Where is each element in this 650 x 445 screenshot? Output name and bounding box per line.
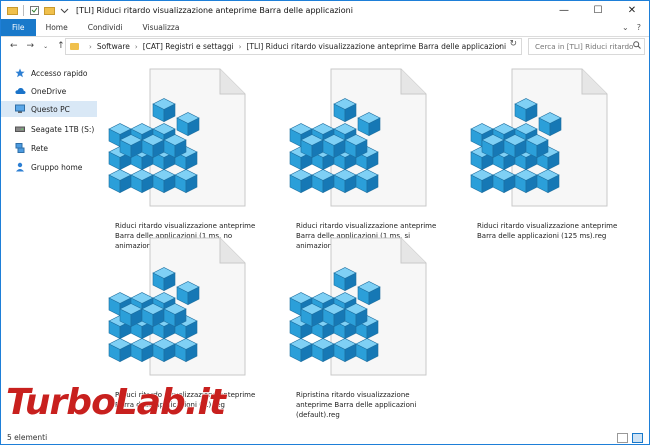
breadcrumb-separator-icon[interactable]: ›: [239, 43, 242, 51]
address-bar[interactable]: › Software › [CAT] Registri e settaggi ›…: [65, 38, 522, 55]
file-name: Riduci ritardo visualizzazione anteprime…: [477, 222, 618, 240]
recent-locations-icon[interactable]: ⌄: [43, 43, 48, 50]
file-item[interactable]: Riduci ritardo visualizzazione anteprime…: [286, 64, 446, 250]
help-icon[interactable]: ?: [637, 23, 641, 32]
expand-ribbon-icon[interactable]: ⌄: [622, 23, 629, 32]
maximize-button[interactable]: ☐: [581, 1, 615, 19]
drive-icon: [15, 124, 25, 134]
sidebar-item-label: Rete: [31, 143, 49, 153]
title-bar: [TLI] Riduci ritardo visualizzazione ant…: [1, 1, 649, 19]
navigation-buttons: ← → ⌄ ↑: [1, 41, 68, 51]
sidebar-item-onedrive[interactable]: OneDrive: [1, 83, 97, 99]
sidebar-item-seagate-drive[interactable]: Seagate 1TB (S:): [1, 121, 97, 137]
window-title: [TLI] Riduci ritardo visualizzazione ant…: [76, 5, 353, 15]
sidebar-item-this-pc[interactable]: Questo PC: [1, 101, 97, 117]
network-icon: [15, 143, 25, 153]
sidebar-item-label: Seagate 1TB (S:): [31, 124, 95, 134]
forward-arrow-icon[interactable]: →: [27, 41, 35, 51]
registry-file-icon: [470, 68, 608, 207]
cloud-icon: [15, 86, 26, 96]
tab-home[interactable]: Home: [36, 19, 78, 36]
breadcrumb-current-folder[interactable]: [TLI] Riduci ritardo visualizzazione ant…: [246, 42, 506, 51]
sidebar-item-homegroup[interactable]: Gruppo home: [1, 159, 97, 175]
breadcrumb: › Software › [CAT] Registri e settaggi ›…: [84, 42, 506, 51]
search-input[interactable]: [529, 42, 633, 51]
status-bar: 5 elementi: [1, 431, 649, 444]
item-count: 5 elementi: [7, 433, 48, 442]
tab-share[interactable]: Condividi: [78, 19, 133, 36]
details-view-icon[interactable]: [617, 433, 628, 443]
tab-file[interactable]: File: [1, 19, 36, 36]
file-item[interactable]: Ripristina ritardo visualizzazione antep…: [286, 233, 446, 419]
view-buttons: [617, 433, 643, 443]
window-controls: — ☐ ✕: [547, 1, 649, 19]
sidebar-item-quick-access[interactable]: Accesso rapido: [1, 65, 97, 81]
registry-file-icon: [289, 68, 427, 207]
address-history-icon[interactable]: ⌄: [497, 41, 503, 49]
new-folder-icon[interactable]: [44, 5, 55, 16]
sidebar-item-label: Questo PC: [31, 104, 70, 114]
breadcrumb-separator-icon[interactable]: ›: [89, 43, 92, 51]
minimize-button[interactable]: —: [547, 1, 581, 19]
turbolab-watermark-logo: TurboLab.it: [5, 381, 229, 423]
ribbon-right: ⌄ ?: [622, 19, 649, 36]
star-icon: [15, 68, 25, 78]
file-name: Ripristina ritardo visualizzazione antep…: [296, 391, 417, 419]
folder-icon: [70, 43, 79, 50]
chevron-down-icon[interactable]: [59, 5, 70, 16]
file-item[interactable]: Riduci ritardo visualizzazione anteprime…: [467, 64, 627, 240]
tab-view[interactable]: Visualizza: [133, 19, 190, 36]
computer-icon: [15, 104, 25, 114]
registry-file-icon: [108, 68, 246, 207]
file-list: Riduci ritardo visualizzazione anteprime…: [101, 57, 641, 431]
sidebar-item-label: Accesso rapido: [31, 68, 88, 78]
folder-icon: [7, 5, 18, 16]
toolbar-divider: [23, 4, 24, 16]
navigation-pane: Accesso rapido OneDrive Questo PC Seagat…: [1, 57, 97, 431]
quick-access-toolbar: [1, 4, 70, 16]
search-icon[interactable]: [633, 41, 641, 49]
large-icons-view-icon[interactable]: [632, 433, 643, 443]
breadcrumb-software[interactable]: Software: [97, 42, 130, 51]
search-box[interactable]: [528, 38, 645, 55]
close-button[interactable]: ✕: [615, 1, 649, 19]
address-row: ← → ⌄ ↑ › Software › [CAT] Registri e se…: [1, 37, 649, 55]
sidebar-item-label: Gruppo home: [31, 162, 83, 172]
sidebar-item-label: OneDrive: [31, 86, 67, 96]
homegroup-icon: [15, 162, 25, 172]
back-arrow-icon[interactable]: ←: [10, 41, 18, 51]
up-arrow-icon[interactable]: ↑: [57, 41, 65, 51]
refresh-icon[interactable]: ↻: [509, 39, 517, 49]
svg-text:TurboLab.it: TurboLab.it: [6, 382, 228, 423]
sidebar-item-network[interactable]: Rete: [1, 140, 97, 156]
file-item[interactable]: Riduci ritardo visualizzazione anteprime…: [105, 64, 265, 250]
properties-icon[interactable]: [29, 5, 40, 16]
breadcrumb-category[interactable]: [CAT] Registri e settaggi: [143, 42, 234, 51]
registry-file-icon: [289, 237, 427, 376]
ribbon-tabs: File Home Condividi Visualizza ⌄ ?: [1, 19, 649, 37]
registry-file-icon: [108, 237, 246, 376]
breadcrumb-separator-icon[interactable]: ›: [135, 43, 138, 51]
